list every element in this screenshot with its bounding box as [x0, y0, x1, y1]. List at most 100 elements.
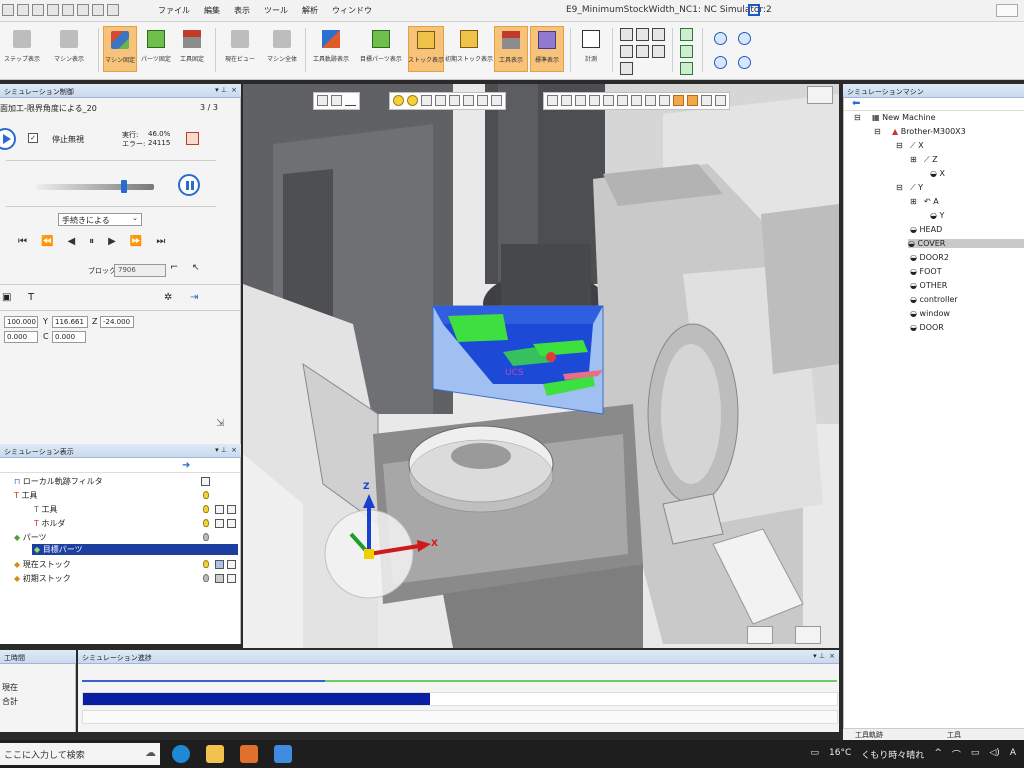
display-mode-icon[interactable]	[227, 560, 236, 569]
undo-icon[interactable]	[62, 4, 74, 16]
select-filter-icon[interactable]	[317, 95, 328, 106]
display-mode-icon[interactable]	[227, 505, 236, 514]
arrow-right-icon[interactable]: ➜	[182, 460, 190, 471]
menu-file[interactable]: ファイル	[158, 5, 190, 16]
target-icon[interactable]	[435, 95, 446, 106]
visibility-bulb-icon[interactable]	[203, 519, 209, 527]
goto-block-icon[interactable]: ⌐	[170, 262, 178, 273]
file-explorer-icon[interactable]	[206, 745, 224, 763]
menu-edit[interactable]: 編集	[204, 5, 220, 16]
light-settings-icon[interactable]	[421, 95, 432, 106]
expand-icon[interactable]: ⊞	[910, 155, 917, 164]
ime-indicator[interactable]: A	[1010, 748, 1016, 761]
toolpath-display-button[interactable]: 工具軌跡表示	[308, 26, 354, 72]
speed-slider-thumb[interactable]	[121, 180, 127, 193]
menu-window[interactable]: ウィンドウ	[332, 5, 372, 16]
collapse-icon[interactable]: ⊟	[854, 113, 861, 122]
hidden-line-icon[interactable]	[680, 62, 693, 75]
speed-slider[interactable]	[36, 184, 154, 190]
path-icon[interactable]	[589, 95, 600, 106]
visibility-bulb-icon[interactable]	[203, 533, 209, 541]
play-button[interactable]	[0, 128, 16, 150]
machine-root[interactable]: ▦ New Machine	[872, 113, 936, 122]
axis-x-node[interactable]: ⟋ X	[910, 141, 924, 151]
options-icon[interactable]: ✲	[164, 292, 172, 303]
measure-button[interactable]: 計測	[576, 26, 606, 72]
display-item-holder[interactable]: T ホルダ	[34, 518, 65, 529]
collapse-icon[interactable]: ⊟	[874, 127, 881, 136]
volume-icon[interactable]: ◁)	[989, 748, 999, 761]
view-top-icon[interactable]	[620, 45, 633, 58]
zoom-area-icon[interactable]	[714, 56, 727, 69]
component-controller[interactable]: ◒ controller	[910, 295, 958, 304]
zoom-icon[interactable]	[714, 32, 727, 45]
close-icon[interactable]: ×	[231, 446, 237, 454]
pointer-icon[interactable]: ↖	[192, 263, 200, 273]
expand-icon[interactable]: ⇲	[216, 418, 224, 429]
simulation-viewport[interactable]: Z X UCS	[243, 84, 839, 648]
view-bottom-icon[interactable]	[620, 62, 633, 75]
path-icon[interactable]	[617, 95, 628, 106]
nc-simulator-taskbar-icon[interactable]	[274, 745, 292, 763]
component-cover[interactable]: ◒ COVER	[908, 239, 1024, 248]
component-window[interactable]: ◒ window	[910, 309, 950, 318]
current-view-button[interactable]: 現在ビュー	[220, 26, 260, 72]
display-mode-icon[interactable]	[215, 574, 224, 583]
visibility-bulb-icon[interactable]	[203, 574, 209, 582]
collapse-icon[interactable]: ⊟	[896, 141, 903, 150]
back-arrow-icon[interactable]: ⬅	[852, 98, 860, 109]
export-icon[interactable]: ⇥	[190, 292, 198, 303]
expand-icon[interactable]: ⊞	[910, 197, 917, 206]
skip-start-icon[interactable]: ⏮	[18, 236, 27, 247]
display-item-target-part[interactable]: ◆ 目標パーツ	[32, 544, 238, 555]
view-right-icon[interactable]	[652, 28, 665, 41]
path-icon[interactable]	[631, 95, 642, 106]
initial-stock-display-button[interactable]: 初期ストック表示	[445, 26, 493, 72]
close-icon[interactable]: ×	[829, 652, 835, 660]
component-door2[interactable]: ◒ DOOR2	[910, 253, 949, 262]
menu-tools[interactable]: ツール	[264, 5, 288, 16]
display-mode-icon[interactable]	[215, 505, 224, 514]
machine-state-icon[interactable]: ▣	[2, 292, 11, 303]
step-forward-op-icon[interactable]: ⏩	[130, 236, 142, 247]
display-mode-icon[interactable]	[215, 560, 224, 569]
path-icon[interactable]	[603, 95, 614, 106]
light-on-icon[interactable]	[407, 95, 418, 106]
select-box-icon[interactable]	[331, 95, 342, 106]
step-back-icon[interactable]: ◀	[67, 236, 75, 247]
step-display-button[interactable]: ステップ表示	[2, 26, 42, 72]
taskbar-search[interactable]: ここに入力して検索 ☁	[0, 743, 160, 765]
pause-button[interactable]	[178, 174, 200, 196]
visibility-bulb-icon[interactable]	[203, 505, 209, 513]
edge-browser-icon[interactable]	[172, 745, 190, 763]
machine-display-button[interactable]: マシン表示	[48, 26, 90, 72]
chevron-up-icon[interactable]: ^	[934, 748, 942, 761]
tool-fix-button[interactable]: 工具固定	[175, 26, 209, 72]
menu-view[interactable]: 表示	[234, 5, 250, 16]
machine-fix-button[interactable]: マシン固定	[103, 26, 137, 72]
viewport-hand-button[interactable]	[795, 626, 821, 644]
target-part-display-button[interactable]: 目標パーツ表示	[356, 26, 406, 72]
shading-icon[interactable]	[680, 28, 693, 41]
status-toolpath-tab[interactable]: 工具軌跡	[855, 730, 883, 740]
component-foot[interactable]: ◒ FOOT	[910, 267, 942, 276]
viewport-record-button[interactable]	[747, 626, 773, 644]
axis-a-node[interactable]: ↶ A	[924, 197, 939, 206]
zoom-fit-icon[interactable]	[738, 32, 751, 45]
view-back-icon[interactable]	[636, 45, 649, 58]
settings-icon[interactable]	[92, 4, 104, 16]
network-icon[interactable]: ⌒	[952, 748, 961, 761]
pin-icon[interactable]: ▾ ⊥	[813, 652, 825, 660]
collapse-icon[interactable]: ⊟	[896, 183, 903, 192]
display-item-current-stock[interactable]: ◆ 現在ストック	[14, 559, 71, 570]
save-icon[interactable]	[32, 4, 44, 16]
path-icon[interactable]	[575, 95, 586, 106]
new-file-icon[interactable]	[2, 4, 14, 16]
section-icon[interactable]	[463, 95, 474, 106]
display-item-tools[interactable]: T 工具	[14, 490, 37, 501]
light-icon[interactable]	[393, 95, 404, 106]
weather-icon[interactable]: ▭	[811, 748, 820, 761]
close-icon[interactable]: ×	[231, 86, 237, 94]
powerpoint-icon[interactable]	[240, 745, 258, 763]
step-mode-select[interactable]: 手続きによる ⌄	[58, 213, 142, 226]
